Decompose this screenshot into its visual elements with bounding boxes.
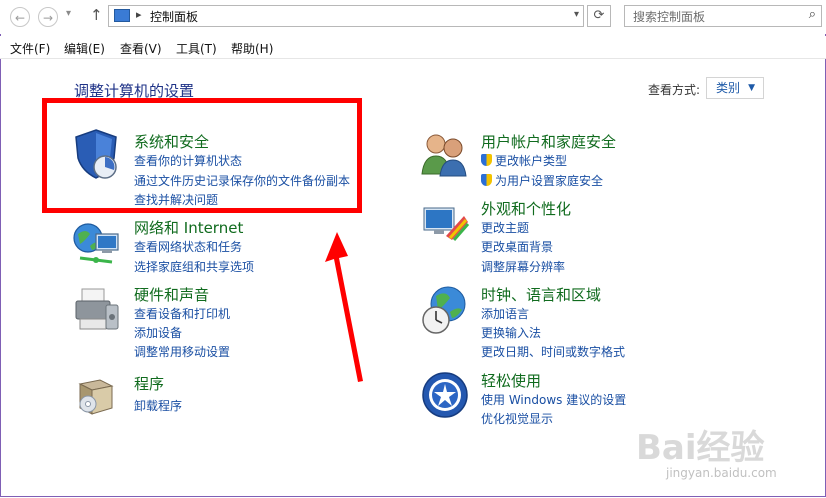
navigation-bar: ← → ▾ ↑ ▸ 控制面板 ▾ ⟳ ⌕ <box>0 0 826 34</box>
up-arrow-icon[interactable]: ↑ <box>90 6 103 24</box>
category-user-accounts[interactable]: 用户帐户和家庭安全 <box>481 131 616 152</box>
link-add-language[interactable]: 添加语言 <box>481 305 529 322</box>
category-programs[interactable]: 程序 <box>134 373 164 394</box>
watermark-logo: Bai经验 <box>636 428 765 468</box>
clock-globe-icon <box>422 286 466 334</box>
appearance-monitor-icon <box>423 207 470 241</box>
category-ease-of-access[interactable]: 轻松使用 <box>481 370 541 391</box>
menu-file[interactable]: 文件(F) <box>10 40 50 57</box>
link-family-safety[interactable]: 为用户设置家庭安全 <box>481 172 603 189</box>
view-by-value: 类别 <box>716 81 741 95</box>
link-change-theme[interactable]: 更改主题 <box>481 219 529 236</box>
category-clock-language-region[interactable]: 时钟、语言和区域 <box>481 284 601 305</box>
link-family-safety-label: 为用户设置家庭安全 <box>495 174 604 188</box>
breadcrumb-chevron-icon[interactable]: ▸ <box>136 8 142 21</box>
search-input[interactable] <box>625 6 805 28</box>
category-network-internet[interactable]: 网络和 Internet <box>134 217 243 238</box>
link-mobility-settings[interactable]: 调整常用移动设置 <box>134 343 230 360</box>
ease-of-access-icon <box>422 372 468 418</box>
link-homegroup-sharing[interactable]: 选择家庭组和共享选项 <box>134 258 254 275</box>
category-appearance[interactable]: 外观和个性化 <box>481 198 571 219</box>
address-bar[interactable]: ▸ 控制面板 ▾ <box>108 5 584 27</box>
refresh-button[interactable]: ⟳ <box>587 5 611 27</box>
link-optimize-visual-display[interactable]: 优化视觉显示 <box>481 410 553 427</box>
link-recommended-settings[interactable]: 使用 Windows 建议的设置 <box>481 391 626 408</box>
menu-tools[interactable]: 工具(T) <box>176 40 217 57</box>
users-icon <box>421 134 467 177</box>
address-dropdown-chevron-icon[interactable]: ▾ <box>574 9 579 20</box>
uac-shield-icon <box>481 174 492 186</box>
link-screen-resolution[interactable]: 调整屏幕分辨率 <box>481 258 565 275</box>
category-hardware-sound[interactable]: 硬件和声音 <box>134 284 209 305</box>
back-button[interactable]: ← <box>10 7 30 27</box>
control-panel-icon <box>114 9 130 22</box>
link-change-desktop-background[interactable]: 更改桌面背景 <box>481 238 553 255</box>
link-add-device[interactable]: 添加设备 <box>134 324 182 341</box>
link-change-account-type[interactable]: 更改帐户类型 <box>481 152 567 169</box>
link-network-status[interactable]: 查看网络状态和任务 <box>134 238 242 255</box>
link-uninstall-program[interactable]: 卸载程序 <box>134 397 182 414</box>
annotation-arrow-icon <box>325 232 363 382</box>
recent-pages-chevron-icon[interactable]: ▾ <box>66 8 71 19</box>
menu-help[interactable]: 帮助(H) <box>231 40 273 57</box>
link-date-time-format[interactable]: 更改日期、时间或数字格式 <box>481 343 625 360</box>
highlight-box <box>42 98 362 213</box>
link-change-account-type-label: 更改帐户类型 <box>495 154 568 168</box>
menu-bar: 文件(F) 编辑(E) 查看(V) 工具(T) 帮助(H) <box>0 36 826 59</box>
view-by-select[interactable]: 类别 ▼ <box>706 77 764 99</box>
printer-icon <box>75 288 119 330</box>
view-by-label: 查看方式: <box>648 83 701 97</box>
menu-view[interactable]: 查看(V) <box>120 40 162 57</box>
uac-shield-icon <box>481 154 492 166</box>
chevron-down-icon: ▼ <box>748 83 755 93</box>
address-path[interactable]: 控制面板 <box>150 8 198 25</box>
search-box[interactable]: ⌕ <box>624 5 822 28</box>
watermark-url: jingyan.baidu.com <box>666 466 777 480</box>
search-icon[interactable]: ⌕ <box>809 7 816 22</box>
network-globe-icon <box>73 223 119 264</box>
menu-edit[interactable]: 编辑(E) <box>64 40 105 57</box>
programs-box-icon <box>78 379 114 415</box>
forward-button[interactable]: → <box>38 7 58 27</box>
link-devices-printers[interactable]: 查看设备和打印机 <box>134 305 230 322</box>
link-change-input-method[interactable]: 更换输入法 <box>481 324 541 341</box>
